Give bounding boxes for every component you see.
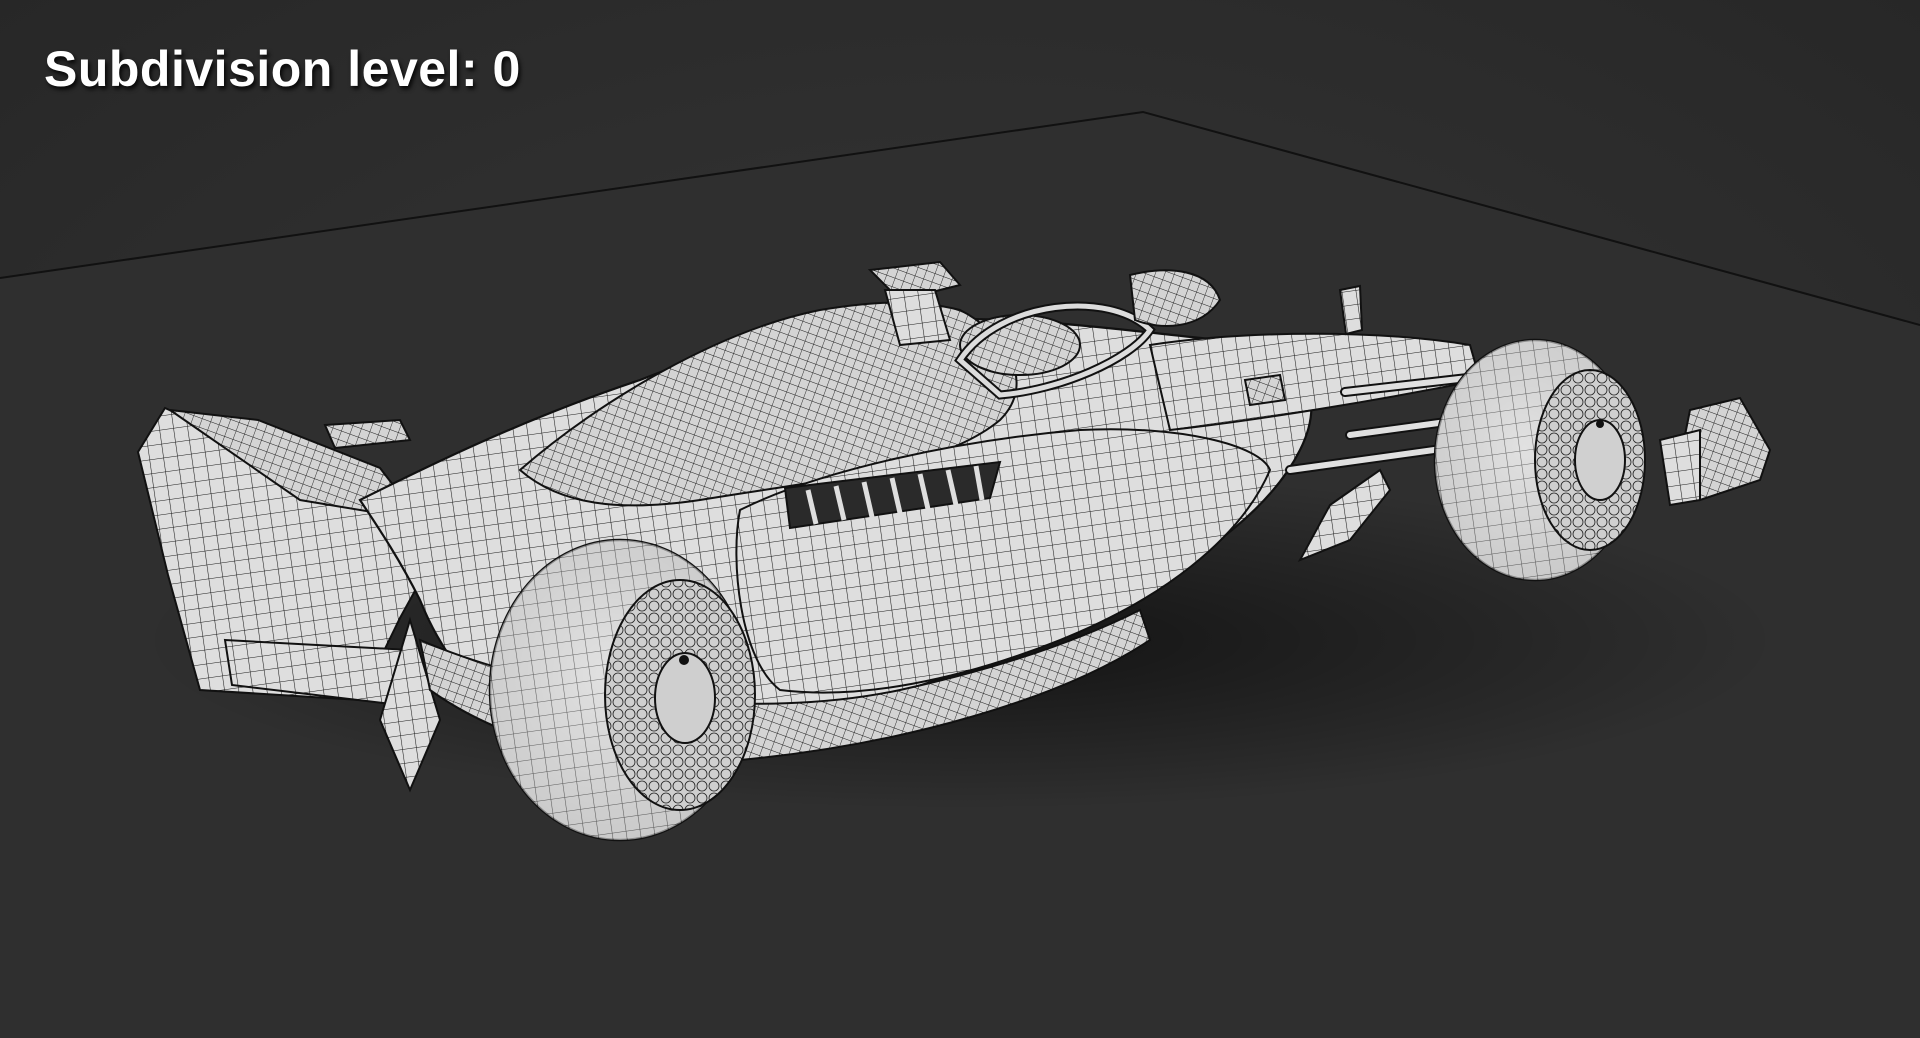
render-scene bbox=[0, 110, 1920, 1038]
subdivision-level-label: Subdivision level: 0 bbox=[44, 41, 521, 97]
3d-viewport[interactable]: Subdivision level: 0 bbox=[0, 0, 1920, 1038]
